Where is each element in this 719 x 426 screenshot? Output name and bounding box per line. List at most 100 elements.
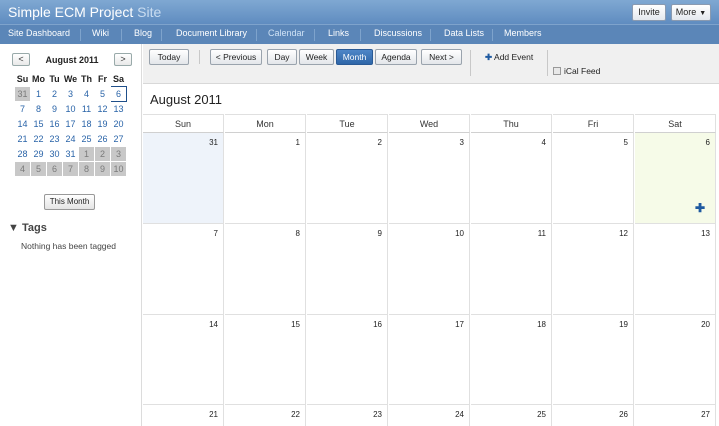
mini-calendar-day[interactable]: 12	[94, 100, 111, 117]
day-cell[interactable]: 25	[471, 405, 552, 426]
nav-divider	[492, 29, 493, 41]
day-cell[interactable]: 4	[471, 133, 552, 224]
mini-calendar-day[interactable]: 19	[94, 115, 111, 132]
day-cell[interactable]: 22	[225, 405, 306, 426]
view-agenda-button[interactable]: Agenda	[375, 49, 417, 65]
weekday-header: Wed	[389, 114, 470, 133]
day-number: 1	[295, 138, 300, 147]
day-cell[interactable]: 3	[389, 133, 470, 224]
day-cell[interactable]: 16	[307, 315, 388, 405]
nav-divider	[80, 29, 81, 41]
mini-calendar-day[interactable]: 28	[14, 145, 31, 162]
day-cell[interactable]: 27	[635, 405, 716, 426]
view-week-button[interactable]: Week	[299, 49, 334, 65]
mini-calendar-day[interactable]: 22	[30, 130, 47, 147]
day-cell-today[interactable]: 6 ✚	[635, 133, 716, 224]
nav-calendar[interactable]: Calendar	[268, 28, 305, 38]
mini-calendar-day[interactable]: 21	[14, 130, 31, 147]
mini-calendar-day[interactable]: 9	[46, 100, 63, 117]
day-number: 8	[295, 229, 300, 238]
nav-site-dashboard[interactable]: Site Dashboard	[8, 28, 70, 38]
mini-calendar-day[interactable]: 7	[14, 100, 31, 117]
day-cell[interactable]: 23	[307, 405, 388, 426]
day-cell[interactable]: 20	[635, 315, 716, 405]
mini-calendar-day[interactable]: 1	[30, 85, 47, 102]
mini-calendar-day[interactable]: 16	[46, 115, 63, 132]
day-number: 3	[459, 138, 464, 147]
mini-calendar-prev-button[interactable]: <	[12, 53, 30, 66]
today-button[interactable]: Today	[149, 49, 189, 65]
mini-calendar-day[interactable]: 29	[30, 145, 47, 162]
day-number: 18	[537, 320, 546, 329]
day-cell[interactable]: 31	[143, 133, 224, 224]
nav-divider	[430, 29, 431, 41]
mini-calendar-day[interactable]: 4	[78, 85, 95, 102]
mini-calendar-day[interactable]: 26	[94, 130, 111, 147]
mini-calendar-day[interactable]: 8	[30, 100, 47, 117]
mini-calendar-day[interactable]: 18	[78, 115, 95, 132]
mini-calendar-day[interactable]: 3	[62, 85, 79, 102]
day-cell[interactable]: 15	[225, 315, 306, 405]
mini-calendar-day[interactable]: 2	[46, 85, 63, 102]
mini-calendar-day[interactable]: 30	[46, 145, 63, 162]
day-cell[interactable]: 14	[143, 315, 224, 405]
mini-calendar-day[interactable]: 10	[62, 100, 79, 117]
mini-calendar-day[interactable]: 20	[110, 115, 127, 132]
day-cell[interactable]: 18	[471, 315, 552, 405]
mini-calendar-day[interactable]: 5	[94, 85, 111, 102]
day-cell[interactable]: 5	[553, 133, 634, 224]
day-cell[interactable]: 9	[307, 224, 388, 315]
mini-calendar-day[interactable]: 11	[78, 100, 95, 117]
add-event-button[interactable]: ✚ Add Event	[485, 52, 533, 63]
mini-calendar-day[interactable]: 27	[110, 130, 127, 147]
day-cell[interactable]: 2	[307, 133, 388, 224]
more-button[interactable]: More ▼	[671, 4, 711, 21]
view-day-button[interactable]: Day	[267, 49, 297, 65]
this-month-button[interactable]: This Month	[44, 194, 95, 210]
day-cell[interactable]: 24	[389, 405, 470, 426]
nav-links[interactable]: Links	[328, 28, 349, 38]
mini-calendar-month: August 2011	[45, 55, 99, 65]
mini-calendar-day[interactable]: 13	[110, 100, 127, 117]
mini-calendar-day[interactable]: 15	[30, 115, 47, 132]
previous-button[interactable]: < Previous	[210, 49, 262, 65]
day-cell[interactable]: 21	[143, 405, 224, 426]
day-cell[interactable]: 26	[553, 405, 634, 426]
day-number: 9	[377, 229, 382, 238]
day-cell[interactable]: 19	[553, 315, 634, 405]
mini-calendar-day[interactable]: 14	[14, 115, 31, 132]
nav-blog[interactable]: Blog	[134, 28, 152, 38]
nav-data-lists[interactable]: Data Lists	[444, 28, 484, 38]
mini-weekday: Su	[16, 73, 29, 84]
day-number: 14	[209, 320, 218, 329]
mini-calendar-day[interactable]: 23	[46, 130, 63, 147]
plus-icon[interactable]: ✚	[695, 201, 705, 215]
day-cell[interactable]: 10	[389, 224, 470, 315]
day-cell[interactable]: 7	[143, 224, 224, 315]
view-month-button[interactable]: Month	[336, 49, 373, 65]
mini-calendar-day: 5	[30, 160, 47, 177]
ical-feed-link[interactable]: iCal Feed	[553, 66, 600, 76]
mini-calendar-day[interactable]: 31	[62, 145, 79, 162]
tags-heading: Tags	[21, 222, 47, 234]
mini-calendar-next-button[interactable]: >	[114, 53, 132, 66]
mini-calendar-day[interactable]: 25	[78, 130, 95, 147]
mini-calendar-day[interactable]: 17	[62, 115, 79, 132]
tags-toggle[interactable]: ▼ Tags	[8, 222, 47, 234]
site-title[interactable]: Simple ECM Project Site	[8, 4, 161, 20]
mini-calendar-day[interactable]: 24	[62, 130, 79, 147]
day-cell[interactable]: 17	[389, 315, 470, 405]
nav-wiki[interactable]: Wiki	[92, 28, 109, 38]
nav-members[interactable]: Members	[504, 28, 542, 38]
day-cell[interactable]: 8	[225, 224, 306, 315]
invite-button[interactable]: Invite	[632, 4, 666, 21]
next-button[interactable]: Next >	[421, 49, 462, 65]
mini-weekday: We	[63, 73, 78, 84]
day-cell[interactable]: 11	[471, 224, 552, 315]
nav-discussions[interactable]: Discussions	[374, 28, 422, 38]
day-cell[interactable]: 1	[225, 133, 306, 224]
mini-calendar-today[interactable]: 6	[110, 85, 127, 102]
day-cell[interactable]: 12	[553, 224, 634, 315]
nav-document-library[interactable]: Document Library	[176, 28, 247, 38]
day-cell[interactable]: 13	[635, 224, 716, 315]
